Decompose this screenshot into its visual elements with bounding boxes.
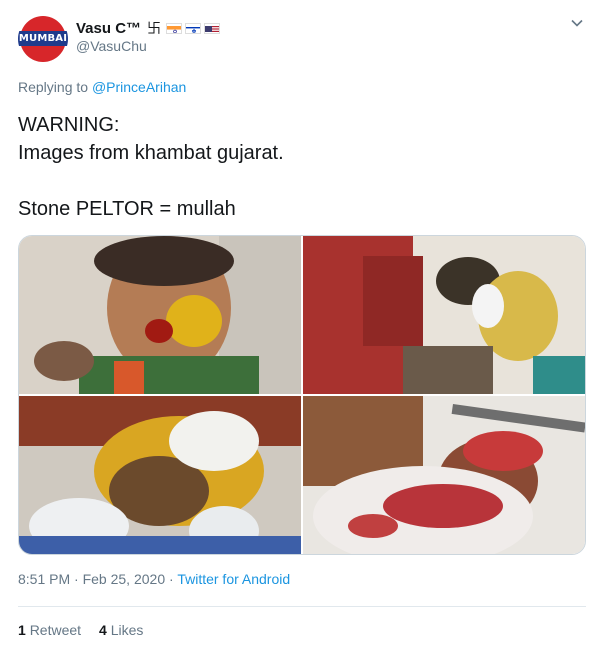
tweet-date[interactable]: Feb 25, 2020	[83, 571, 166, 587]
likes-count: 4	[99, 622, 107, 638]
avatar[interactable]: MUMBAI	[18, 14, 68, 64]
media-photo-2[interactable]	[303, 236, 585, 394]
tweet-text: WARNING: Images from khambat gujarat. St…	[18, 114, 284, 220]
retweets-count: 1	[18, 622, 26, 638]
user-handle[interactable]: @VasuChu	[76, 38, 147, 54]
media-grid	[18, 235, 586, 555]
name-row: Vasu C™ 卐	[76, 17, 221, 39]
india-flag-icon	[166, 22, 183, 34]
media-photo-3[interactable]	[19, 396, 301, 554]
name-emoji-group: 卐	[147, 18, 221, 38]
likes-label: Likes	[110, 622, 144, 638]
retweets-label: Retweet	[29, 622, 82, 638]
reply-target-link[interactable]: @PrinceArihan	[92, 79, 186, 95]
likes-stat[interactable]: 4 Likes	[99, 622, 143, 638]
reply-prefix: Replying to	[18, 79, 89, 95]
media-photo-1[interactable]	[19, 236, 301, 394]
display-name[interactable]: Vasu C™	[76, 20, 141, 37]
divider	[18, 606, 586, 607]
media-photo-4[interactable]	[303, 396, 585, 554]
tweet-client-link[interactable]: Twitter for Android	[177, 571, 290, 587]
retweets-stat[interactable]: 1 Retweet	[18, 622, 81, 638]
engagement-stats: 1 Retweet 4 Likes	[18, 622, 143, 638]
chevron-down-icon[interactable]	[567, 16, 587, 36]
meta-separator: ·	[74, 571, 79, 587]
tweet-card: MUMBAI Vasu C™ 卐 @VasuChu Replying to @P…	[0, 0, 602, 655]
meta-separator: ·	[169, 571, 174, 587]
tweet-meta: 8:51 PM · Feb 25, 2020 · Twitter for And…	[18, 571, 290, 587]
avatar-label: MUMBAI	[18, 31, 68, 46]
reply-context: Replying to @PrinceArihan	[18, 79, 186, 95]
usa-flag-icon	[204, 22, 221, 34]
israel-flag-icon	[185, 22, 202, 34]
tweet-time[interactable]: 8:51 PM	[18, 571, 70, 587]
name-glyph: 卐	[147, 21, 162, 37]
